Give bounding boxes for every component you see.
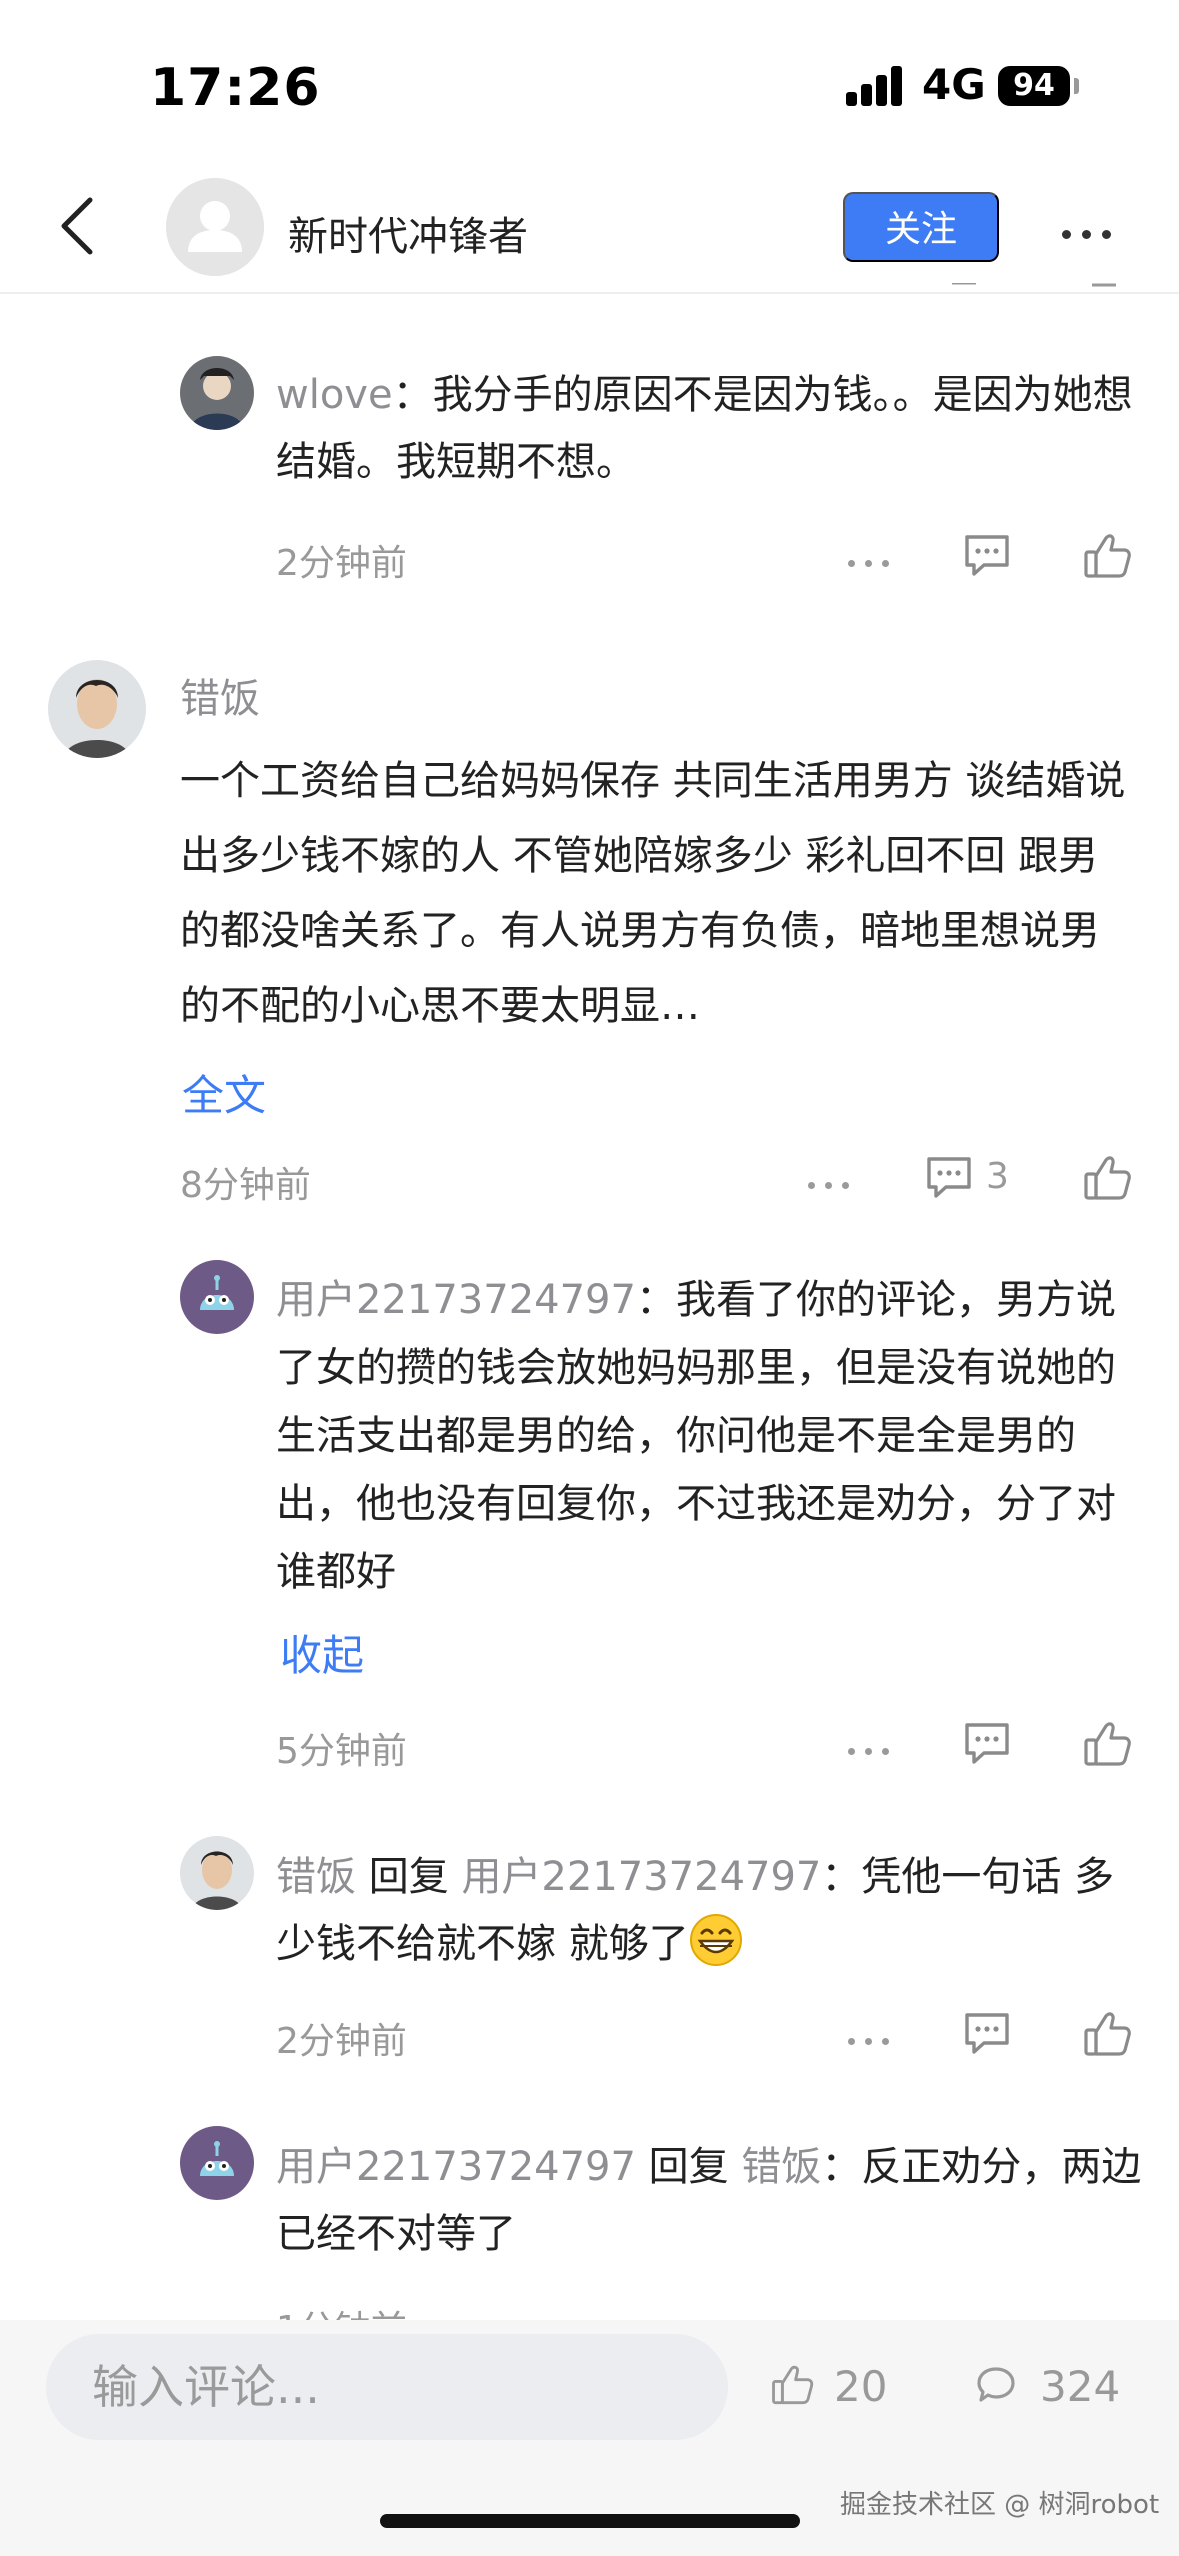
reply-word: 回复 (635, 2144, 742, 2190)
separator: ： (635, 1277, 676, 1323)
like-button[interactable] (1082, 1152, 1134, 1204)
comment-time: 2分钟前 (276, 543, 407, 584)
follow-button[interactable]: 关注 (843, 192, 999, 262)
comment-text: 错饭 回复 用户22173724797：凭他一句话 多少钱不给就不嫁 就够了 (276, 1844, 1142, 1978)
scrolled-reply-icon (944, 282, 984, 296)
more-icon[interactable] (808, 1174, 859, 1193)
comment-input[interactable] (46, 2334, 728, 2440)
article-like-button[interactable] (770, 2362, 816, 2408)
like-count: 20 (834, 2362, 888, 2411)
comment-username[interactable]: 错饭 (276, 1854, 356, 1900)
reply-word: 回复 (356, 1854, 462, 1900)
more-icon[interactable] (848, 2030, 899, 2049)
user-avatar-icon (180, 356, 254, 430)
reply-button[interactable] (962, 2008, 1012, 2058)
back-button[interactable] (54, 196, 104, 256)
avatar[interactable] (180, 356, 254, 430)
user-avatar-icon (48, 660, 146, 758)
reply-button[interactable] (962, 530, 1012, 580)
thumbs-up-icon (772, 2365, 814, 2405)
expand-link[interactable]: 全文 (182, 1062, 266, 1123)
comment-text: 用户22173724797 回复 错饭：反正劝分，两边已经不对等了 (276, 2134, 1142, 2268)
comment-count: 324 (1040, 2362, 1121, 2411)
collapse-link[interactable]: 收起 (280, 1622, 364, 1683)
comment-bubble-icon (965, 535, 1009, 576)
reply-count: 3 (986, 1156, 1009, 1197)
like-button[interactable] (1082, 1718, 1134, 1770)
default-avatar-icon (166, 178, 264, 276)
comment-body: 我看了你的评论，男方说了女的攒的钱会放她妈妈那里，但是没有说她的生活支出都是男的… (276, 1277, 1116, 1595)
more-icon[interactable] (848, 1740, 899, 1759)
reply-to-username[interactable]: 错饭 (741, 2144, 821, 2190)
reply-button[interactable] (924, 1152, 974, 1202)
network-label: 4G (922, 60, 986, 109)
header-divider (0, 292, 1179, 294)
article-comment-button[interactable] (974, 2364, 1018, 2408)
separator: ： (392, 372, 433, 418)
status-time: 17:26 (150, 58, 321, 118)
author-name[interactable]: 新时代冲锋者 (288, 204, 528, 262)
robot-avatar-icon (180, 2126, 254, 2200)
comment-bubble-icon (965, 1723, 1009, 1764)
scrolled-like-icon (1086, 282, 1126, 296)
avatar[interactable] (180, 1260, 254, 1334)
comment-text: wlove：我分手的原因不是因为钱。。是因为她想结婚。我短期不想。 (276, 362, 1136, 496)
speech-bubble-icon (977, 2367, 1015, 2402)
grinning-emoji-icon (689, 1913, 743, 1967)
thumbs-up-icon (1084, 534, 1131, 578)
thumbs-up-icon (1084, 2012, 1131, 2056)
comment-bubble-icon (965, 2013, 1009, 2054)
robot-avatar-icon (180, 1260, 254, 1334)
comment-username[interactable]: 用户22173724797 (276, 2144, 636, 2190)
comment-bubble-icon (927, 1157, 971, 1198)
comment-username[interactable]: 用户22173724797 (276, 1277, 636, 1323)
thumbs-up-icon (1084, 1722, 1131, 1766)
reply-to-username[interactable]: 用户22173724797 (461, 1854, 821, 1900)
comment-time: 5分钟前 (276, 1731, 407, 1772)
comment-text: 用户22173724797：我看了你的评论，男方说了女的攒的钱会放她妈妈那里，但… (276, 1266, 1142, 1606)
comment-time: 8分钟前 (180, 1165, 311, 1206)
like-button[interactable] (1082, 2008, 1134, 2060)
thumbs-up-icon (1084, 1156, 1131, 1200)
battery-tip (1074, 78, 1079, 94)
chevron-left-icon (61, 197, 93, 255)
user-avatar-icon (180, 1836, 254, 1910)
separator: ： (821, 1854, 862, 1900)
author-avatar[interactable] (166, 178, 264, 276)
more-options-icon[interactable] (1062, 224, 1122, 243)
reply-button[interactable] (962, 1718, 1012, 1768)
watermark: 掘金技术社区 @ 树洞robot (840, 2490, 1160, 2520)
separator: ： (821, 2144, 862, 2190)
comment-username[interactable]: wlove (276, 372, 393, 418)
comment-username[interactable]: 错饭 (180, 666, 260, 724)
home-indicator[interactable] (380, 2514, 800, 2528)
avatar[interactable] (48, 660, 146, 758)
more-icon[interactable] (848, 552, 899, 571)
signal-icon (846, 66, 904, 106)
avatar[interactable] (180, 2126, 254, 2200)
avatar[interactable] (180, 1836, 254, 1910)
comment-body: 一个工资给自己给妈妈保存 共同生活用男方 谈结婚说出多少钱不嫁的人 不管她陪嫁多… (180, 758, 1126, 1029)
like-button[interactable] (1082, 530, 1134, 582)
comment-time: 2分钟前 (276, 2021, 407, 2062)
battery-icon: 94 (998, 66, 1070, 106)
